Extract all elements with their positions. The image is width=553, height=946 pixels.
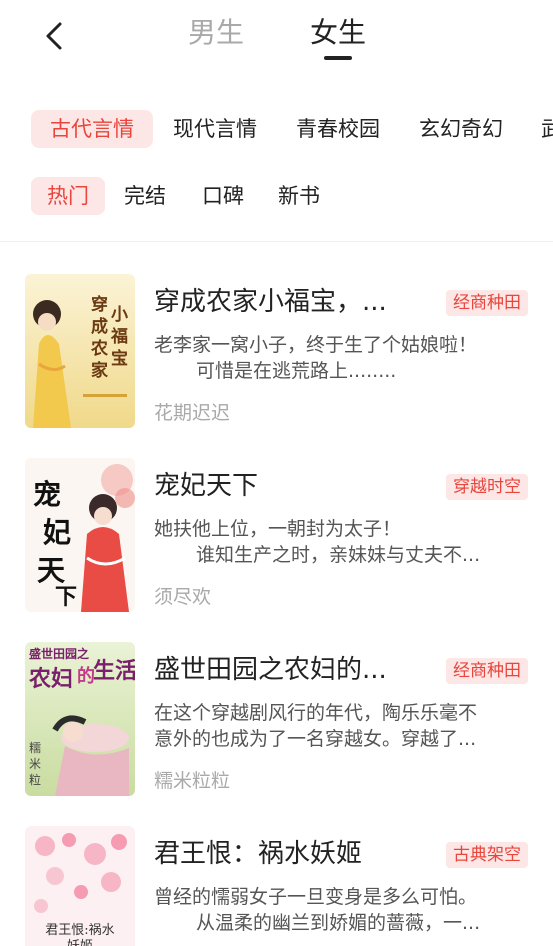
- category-chip-fantasy[interactable]: 玄幻奇幻: [419, 110, 503, 148]
- book-list-item[interactable]: 盛世田园之 农妇 的 生活 糯 米 粒 盛世田园之农妇的... 经商种田 在这个…: [0, 642, 553, 802]
- genre-tag: 经商种田: [446, 658, 528, 684]
- category-chip-youth-campus[interactable]: 青春校园: [296, 110, 380, 148]
- back-button[interactable]: [38, 18, 74, 54]
- svg-text:粒: 粒: [29, 772, 41, 787]
- svg-text:福: 福: [110, 326, 128, 347]
- description-line: 谁知生产之时，亲妹妹与丈夫不...: [196, 544, 481, 566]
- book-list-item[interactable]: 穿 成 农 家 小 福 宝 穿成农家小福宝，... 经商种田 老李家一窝小子，终…: [0, 274, 553, 434]
- book-author: 糯米粒粒: [154, 770, 231, 792]
- svg-text:宝: 宝: [111, 348, 128, 369]
- svg-text:君王恨:祸水: 君王恨:祸水: [45, 923, 114, 938]
- description-line: 老李家一窝小子，终于生了个姑娘啦！: [154, 334, 478, 356]
- category-chip-modern-romance[interactable]: 现代言情: [173, 110, 257, 148]
- genre-tag: 古典架空: [446, 842, 528, 868]
- svg-text:妃: 妃: [43, 516, 71, 549]
- genre-tag: 经商种田: [446, 290, 528, 316]
- book-list-item[interactable]: 宠 妃 天 下 宠妃天下 穿越时空 她扶他上位，一朝封为太子！ 谁知生产之时，亲…: [0, 458, 553, 618]
- tab-male[interactable]: 男生: [188, 13, 244, 53]
- book-description: 在这个穿越剧风行的年代，陶乐乐毫不 意外的也成为了一名穿越女。穿越了...: [154, 700, 524, 752]
- tab-female[interactable]: 女生: [310, 13, 366, 53]
- svg-text:米: 米: [29, 757, 41, 771]
- svg-text:天: 天: [37, 554, 65, 587]
- book-description: 她扶他上位，一朝封为太子！ 谁知生产之时，亲妹妹与丈夫不...: [154, 516, 524, 568]
- book-cover: 盛世田园之 农妇 的 生活 糯 米 粒: [25, 642, 135, 796]
- category-chip-ancient-romance[interactable]: 古代言情: [31, 110, 153, 148]
- book-author: 须尽欢: [154, 586, 212, 608]
- description-line: 从温柔的幽兰到娇媚的蔷薇，一...: [196, 912, 481, 934]
- description-line: 意外的也成为了一名穿越女。穿越了...: [154, 728, 477, 750]
- category-filter-row: 古代言情 现代言情 青春校园 玄幻奇幻 武: [0, 110, 553, 150]
- chevron-left-icon: [46, 22, 62, 50]
- svg-text:成: 成: [91, 316, 108, 337]
- book-category-screen: 男生 女生 古代言情 现代言情 青春校园 玄幻奇幻 武 热门 完结 口碑 新书: [0, 0, 553, 946]
- svg-text:糯: 糯: [29, 741, 41, 755]
- book-author: 花期迟迟: [154, 402, 231, 424]
- svg-text:生活: 生活: [93, 658, 135, 684]
- svg-text:农: 农: [90, 338, 108, 359]
- svg-text:农妇: 农妇: [28, 666, 73, 692]
- description-line: 在这个穿越剧风行的年代，陶乐乐毫不: [154, 702, 478, 724]
- description-line: 可惜是在逃荒路上........: [196, 360, 397, 382]
- book-description: 老李家一窝小子，终于生了个姑娘啦！ 可惜是在逃荒路上........: [154, 332, 524, 384]
- svg-text:盛世田园之: 盛世田园之: [29, 646, 89, 661]
- book-description: 曾经的懦弱女子一旦变身是多么可怕。 从温柔的幽兰到娇媚的蔷薇，一...: [154, 884, 524, 936]
- svg-text:小: 小: [111, 305, 128, 325]
- book-title: 盛世田园之农妇的...: [154, 655, 387, 685]
- sort-chip-popular[interactable]: 热门: [31, 177, 105, 215]
- category-chip-martial[interactable]: 武: [541, 110, 553, 148]
- svg-text:家: 家: [91, 360, 108, 381]
- book-cover: 君王恨:祸水 妖姬: [25, 826, 135, 946]
- description-line: 曾经的懦弱女子一旦变身是多么可怕。: [154, 886, 478, 908]
- genre-tag: 穿越时空: [446, 474, 528, 500]
- svg-text:下: 下: [55, 584, 77, 610]
- book-title: 君王恨：祸水妖姬: [154, 839, 363, 869]
- book-title: 宠妃天下: [154, 471, 259, 501]
- active-tab-indicator: [324, 56, 352, 60]
- sort-chip-new[interactable]: 新书: [278, 177, 320, 215]
- svg-text:穿: 穿: [91, 294, 108, 315]
- sort-chip-reputation[interactable]: 口碑: [202, 177, 244, 215]
- divider: [0, 241, 553, 242]
- sort-chip-completed[interactable]: 完结: [124, 177, 166, 215]
- book-title: 穿成农家小福宝，...: [154, 287, 387, 317]
- svg-text:妖姬: 妖姬: [67, 939, 93, 946]
- book-cover: 宠 妃 天 下: [25, 458, 135, 612]
- book-list-item[interactable]: 君王恨:祸水 妖姬 君王恨：祸水妖姬 古典架空 曾经的懦弱女子一旦变身是多么可怕…: [0, 826, 553, 946]
- description-line: 她扶他上位，一朝封为太子！: [154, 518, 402, 540]
- book-cover: 穿 成 农 家 小 福 宝: [25, 274, 135, 428]
- sort-filter-row: 热门 完结 口碑 新书: [0, 177, 553, 215]
- svg-text:宠: 宠: [33, 478, 61, 511]
